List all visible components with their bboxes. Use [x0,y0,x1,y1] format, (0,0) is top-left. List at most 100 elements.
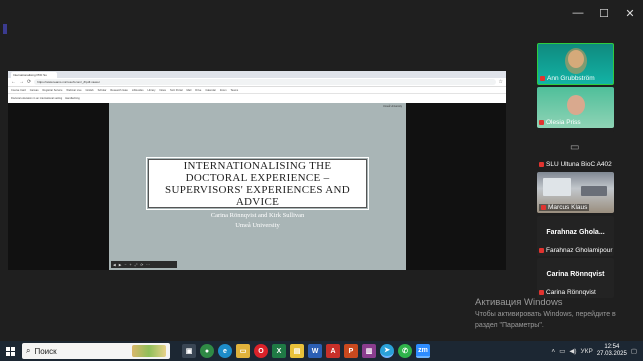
app-indicator [3,24,7,34]
bookmark-item[interactable]: Canvas [30,89,39,92]
bookmark-item[interactable]: Scholar [98,89,107,92]
word-icon[interactable]: W [308,344,322,358]
rotate-icon[interactable]: ⟳ [140,263,143,267]
url-field[interactable]: https://www.teams.microsoft.com/_#/pdf-v… [34,79,496,85]
zoom-out-icon[interactable]: − [124,263,126,267]
zoom-icon[interactable]: zm [416,344,430,358]
taskbar: ⌕ Поиск ▣ ● e ▭ O X ▤ W A P ▥ ➤ ✆ zm ˄ ▭… [0,341,643,361]
opera-icon[interactable]: O [254,344,268,358]
slide-corner-text: Umeå University [382,105,402,108]
telegram-icon[interactable]: ➤ [380,344,394,358]
winrar-icon[interactable]: ▥ [362,344,376,358]
bookmark-item[interactable]: Zoom [220,89,227,92]
search-highlight-icon [132,345,166,357]
bookmark-item[interactable]: News [159,89,166,92]
muted-mic-icon [541,205,546,210]
excel-icon[interactable]: X [272,344,286,358]
notifications-icon[interactable]: ▢ [631,347,637,355]
language-indicator[interactable]: УКР [581,348,593,355]
activation-title: Активация Windows [475,297,563,308]
clock-time: 12:54 [604,344,620,350]
participant-tile[interactable]: Carina Rönnqvist Carina Rönnqvist [537,258,614,298]
bookmark-item[interactable]: Drive [195,89,201,92]
task-view-icon[interactable]: ▣ [182,344,196,358]
participant-name: Carina Rönnqvist [539,289,596,296]
participant-display-name: Farahnaz Ghola... [546,229,605,236]
bookmark-item[interactable]: Research Gate [110,89,127,92]
taskbar-search[interactable]: ⌕ Поиск [22,343,170,359]
system-tray: ˄ ▭ ◀) УКР 12:54 27.03.2025 ▢ [551,341,643,361]
taskbar-apps: ▣ ● e ▭ O X ▤ W A P ▥ ➤ ✆ zm [182,344,430,358]
activation-watermark: Активация Windows Чтобы активировать Win… [475,297,616,330]
next-page-icon[interactable]: ▶ [119,263,122,267]
slide-title-box: INTERNATIONALISING THE DOCTORAL EXPERIEN… [146,157,369,210]
window-controls: — ☐ ✕ [565,0,643,26]
reload-icon[interactable]: ⟳ [27,79,31,85]
bookmarks-bar: Course Card Canvas Registrar Service Webina… [8,87,506,94]
participant-tile[interactable]: ▭ SLU Ultuna BioC A402 [537,130,614,170]
participant-video [543,178,571,196]
powerpoint-icon[interactable]: P [344,344,358,358]
bookmark-item[interactable]: Mail [187,89,192,92]
clock-date: 27.03.2025 [596,351,627,357]
forward-icon[interactable]: → [19,79,24,85]
participant-tile[interactable]: Farahnaz Ghola... Farahnaz Gholamipour [537,216,614,256]
windows-logo-icon [5,346,15,356]
fit-page-icon[interactable]: ⤢ [135,263,138,267]
bookmark-item[interactable]: SLU Portal [170,89,183,92]
prev-page-icon[interactable]: ◀ [113,263,116,267]
doc-item[interactable]: Handledning [65,97,80,100]
start-button[interactable] [0,341,20,361]
bookmark-item[interactable]: GitHub [86,89,94,92]
document-bar: Doctoral education in an international s… [8,94,506,103]
bookmark-item[interactable]: Calendar [205,89,216,92]
muted-mic-icon [539,248,544,253]
participant-tile[interactable]: Ann Grubbström [537,43,614,85]
close-button[interactable]: ✕ [617,0,643,26]
bookmark-item[interactable]: LibGuides [132,89,144,92]
more-icon[interactable]: ⋯ [146,263,150,267]
clock[interactable]: 12:54 27.03.2025 [597,344,627,358]
shared-browser: Internationalising PhD Su ← → ⟳ https://… [8,71,506,103]
back-icon[interactable]: ← [11,79,16,85]
notes-icon[interactable]: ▤ [290,344,304,358]
camera-off-icon: ▭ [570,142,580,153]
bookmark-item[interactable]: Teams [231,89,239,92]
chevron-up-icon[interactable]: ˄ [551,348,555,355]
participant-video-detail [581,186,607,196]
participant-name: Marcus Klaus [539,204,590,211]
participant-name: Olesia Priss [539,119,581,126]
muted-mic-icon [540,76,545,81]
participant-tile[interactable]: Olesia Priss [537,87,614,128]
network-icon[interactable]: ▭ [559,347,565,355]
muted-mic-icon [539,162,544,167]
bookmark-item[interactable]: Registrar Service [43,89,63,92]
browser-tab[interactable]: Internationalising PhD Su [11,72,57,78]
tab-title: Internationalising PhD Su [13,73,47,77]
maximize-button[interactable]: ☐ [591,0,617,26]
pdf-controls: ◀ ▶ − + ⤢ ⟳ ⋯ [111,261,177,268]
chrome-icon[interactable]: ● [200,344,214,358]
search-icon: ⌕ [26,346,31,355]
star-icon[interactable]: ☆ [499,79,503,85]
search-label: Поиск [34,346,57,356]
edge-icon[interactable]: e [218,344,232,358]
bookmark-item[interactable]: Webinar Live [66,89,81,92]
muted-mic-icon [539,290,544,295]
participant-tile[interactable]: Marcus Klaus [537,172,614,213]
address-bar: ← → ⟳ https://www.teams.microsoft.com/_#… [8,78,506,87]
participant-video [567,95,585,115]
participant-display-name: Carina Rönnqvist [546,271,605,278]
volume-icon[interactable]: ◀) [569,347,576,355]
shared-screen: Internationalising PhD Su ← → ⟳ https://… [8,71,506,270]
whatsapp-icon[interactable]: ✆ [398,344,412,358]
file-explorer-icon[interactable]: ▭ [236,344,250,358]
slide: Umeå University INTERNATIONALISING THE D… [109,103,406,270]
minimize-button[interactable]: — [565,0,591,26]
slide-authors: Carina Rönnqvist and Kirk Sullivan [210,212,305,219]
zoom-in-icon[interactable]: + [129,263,131,267]
bookmark-item[interactable]: Course Card [11,89,26,92]
doc-item[interactable]: Doctoral education in an international s… [11,97,62,100]
acrobat-icon[interactable]: A [326,344,340,358]
bookmark-item[interactable]: Library [148,89,156,92]
